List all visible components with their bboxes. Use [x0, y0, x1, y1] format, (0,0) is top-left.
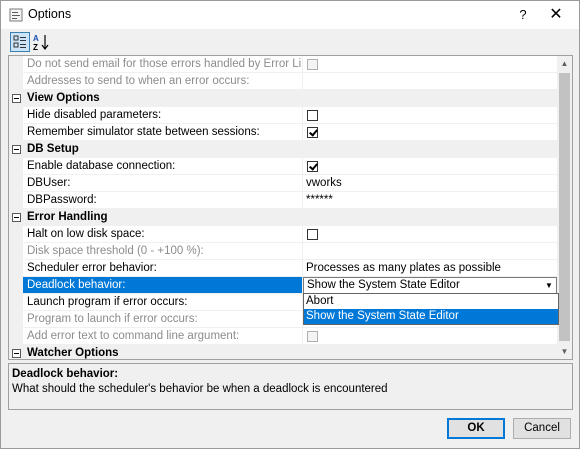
row-gutter	[9, 56, 23, 73]
options-dialog: Options ? ✕ A Z Do not send email for th…	[0, 0, 580, 449]
property-checkbox-cell[interactable]	[303, 124, 557, 141]
row-gutter	[9, 294, 23, 311]
category-error-handling[interactable]: Error Handling	[9, 209, 557, 226]
description-title: Deadlock behavior:	[12, 368, 119, 380]
collapse-icon[interactable]	[12, 94, 21, 103]
checked-checkbox[interactable]	[307, 127, 318, 138]
svg-text:Z: Z	[33, 43, 38, 52]
scroll-down-icon[interactable]: ▼	[557, 344, 572, 359]
unchecked-checkbox	[307, 59, 318, 70]
description-text: What should the scheduler's behavior be …	[12, 383, 388, 395]
close-button[interactable]: ✕	[541, 4, 571, 26]
property-value[interactable]: ******	[303, 192, 557, 209]
property-name: Hide disabled parameters:	[23, 107, 303, 124]
svg-text:A: A	[33, 34, 39, 43]
scroll-thumb[interactable]	[559, 73, 570, 341]
property-name: Launch program if error occurs:	[23, 294, 303, 311]
property-value[interactable]	[303, 73, 557, 90]
property-row-dbpassword[interactable]: DBPassword: ******	[9, 192, 557, 209]
property-name: Do not send email for those errors handl…	[23, 56, 303, 73]
collapse-icon[interactable]	[12, 349, 21, 358]
description-pane: Deadlock behavior: What should the sched…	[8, 363, 573, 410]
property-row-hide-disabled-parameters[interactable]: Hide disabled parameters:	[9, 107, 557, 124]
property-toolbar: A Z	[1, 29, 579, 55]
property-row-add-error-text-to-command-line-argument[interactable]: Add error text to command line argument:	[9, 328, 557, 345]
property-name: Deadlock behavior:	[23, 277, 303, 294]
title-bar: Options ? ✕	[1, 1, 579, 29]
row-gutter	[9, 158, 23, 175]
checked-checkbox[interactable]	[307, 161, 318, 172]
row-gutter	[9, 226, 23, 243]
property-grid: Do not send email for those errors handl…	[8, 55, 573, 360]
dropdown-option-abort[interactable]: Abort	[304, 294, 558, 309]
property-name: Halt on low disk space:	[23, 226, 303, 243]
category-label: Watcher Options	[27, 347, 119, 359]
cancel-button[interactable]: Cancel	[513, 418, 571, 439]
property-row-enable-database-connection[interactable]: Enable database connection:	[9, 158, 557, 175]
deadlock-behavior-dropdown-list: Abort Show the System State Editor	[303, 293, 559, 325]
category-label: DB Setup	[27, 143, 79, 155]
property-name: DBUser:	[23, 175, 303, 192]
property-checkbox-cell[interactable]	[303, 56, 557, 73]
collapse-icon[interactable]	[12, 145, 21, 154]
row-gutter	[9, 107, 23, 124]
row-gutter	[9, 175, 23, 192]
property-name: Add error text to command line argument:	[23, 328, 303, 345]
collapse-icon[interactable]	[12, 213, 21, 222]
property-row-disk-space-threshold-0-100[interactable]: Disk space threshold (0 - +100 %):	[9, 243, 557, 260]
property-value[interactable]: Processes as many plates as possible	[303, 260, 557, 277]
unchecked-checkbox[interactable]	[307, 110, 318, 121]
unchecked-checkbox	[307, 331, 318, 342]
row-gutter	[9, 192, 23, 209]
category-label: View Options	[27, 92, 100, 104]
property-value[interactable]: vworks	[303, 175, 557, 192]
property-name: Disk space threshold (0 - +100 %):	[23, 243, 303, 260]
property-name: DBPassword:	[23, 192, 303, 209]
dropdown-option-show-system-state-editor[interactable]: Show the System State Editor	[304, 309, 558, 324]
property-row-dbuser[interactable]: DBUser: vworks	[9, 175, 557, 192]
window-title: Options	[28, 7, 72, 21]
property-name: Enable database connection:	[23, 158, 303, 175]
category-db-setup[interactable]: DB Setup	[9, 141, 557, 158]
combo-value: Show the System State Editor	[307, 279, 460, 291]
property-name: Scheduler error behavior:	[23, 260, 303, 277]
unchecked-checkbox[interactable]	[307, 229, 318, 240]
property-checkbox-cell[interactable]	[303, 158, 557, 175]
help-button[interactable]: ?	[511, 5, 535, 25]
row-gutter	[9, 243, 23, 260]
dropdown-arrow-icon[interactable]: ▼	[542, 278, 556, 293]
row-gutter	[9, 124, 23, 141]
categorized-icon[interactable]	[10, 32, 30, 52]
scroll-up-icon[interactable]: ▲	[557, 56, 572, 71]
row-gutter	[9, 328, 23, 345]
row-gutter	[9, 311, 23, 328]
property-row-do-not-send-email-for-those-errors-handled-by-error-library[interactable]: Do not send email for those errors handl…	[9, 56, 557, 73]
property-row-deadlock-behavior[interactable]: Deadlock behavior: Show the System State …	[9, 277, 557, 294]
vertical-scrollbar[interactable]: ▲ ▼	[557, 56, 572, 359]
options-window-icon	[9, 8, 23, 22]
sort-az-icon[interactable]: A Z	[31, 32, 51, 52]
property-checkbox-cell[interactable]	[303, 107, 557, 124]
row-gutter	[9, 277, 23, 294]
property-row-scheduler-error-behavior[interactable]: Scheduler error behavior: Processes as ma…	[9, 260, 557, 277]
property-value[interactable]	[303, 243, 557, 260]
category-watcher-options[interactable]: Watcher Options	[9, 345, 557, 359]
category-label: Error Handling	[27, 211, 108, 223]
property-name: Remember simulator state between session…	[23, 124, 303, 141]
row-gutter	[9, 260, 23, 277]
category-view-options[interactable]: View Options	[9, 90, 557, 107]
property-checkbox-cell[interactable]	[303, 226, 557, 243]
row-gutter	[9, 73, 23, 90]
deadlock-behavior-combo[interactable]: Show the System State Editor ▼	[303, 277, 557, 294]
property-row-remember-simulator-state-between-sessions[interactable]: Remember simulator state between session…	[9, 124, 557, 141]
property-row-addresses-to-send-to-when-an-error-occurs[interactable]: Addresses to send to when an error occur…	[9, 73, 557, 90]
property-checkbox-cell[interactable]	[303, 328, 557, 345]
property-row-halt-on-low-disk-space[interactable]: Halt on low disk space:	[9, 226, 557, 243]
ok-button[interactable]: OK	[447, 418, 505, 439]
property-name: Addresses to send to when an error occur…	[23, 73, 303, 90]
property-name: Program to launch if error occurs:	[23, 311, 303, 328]
